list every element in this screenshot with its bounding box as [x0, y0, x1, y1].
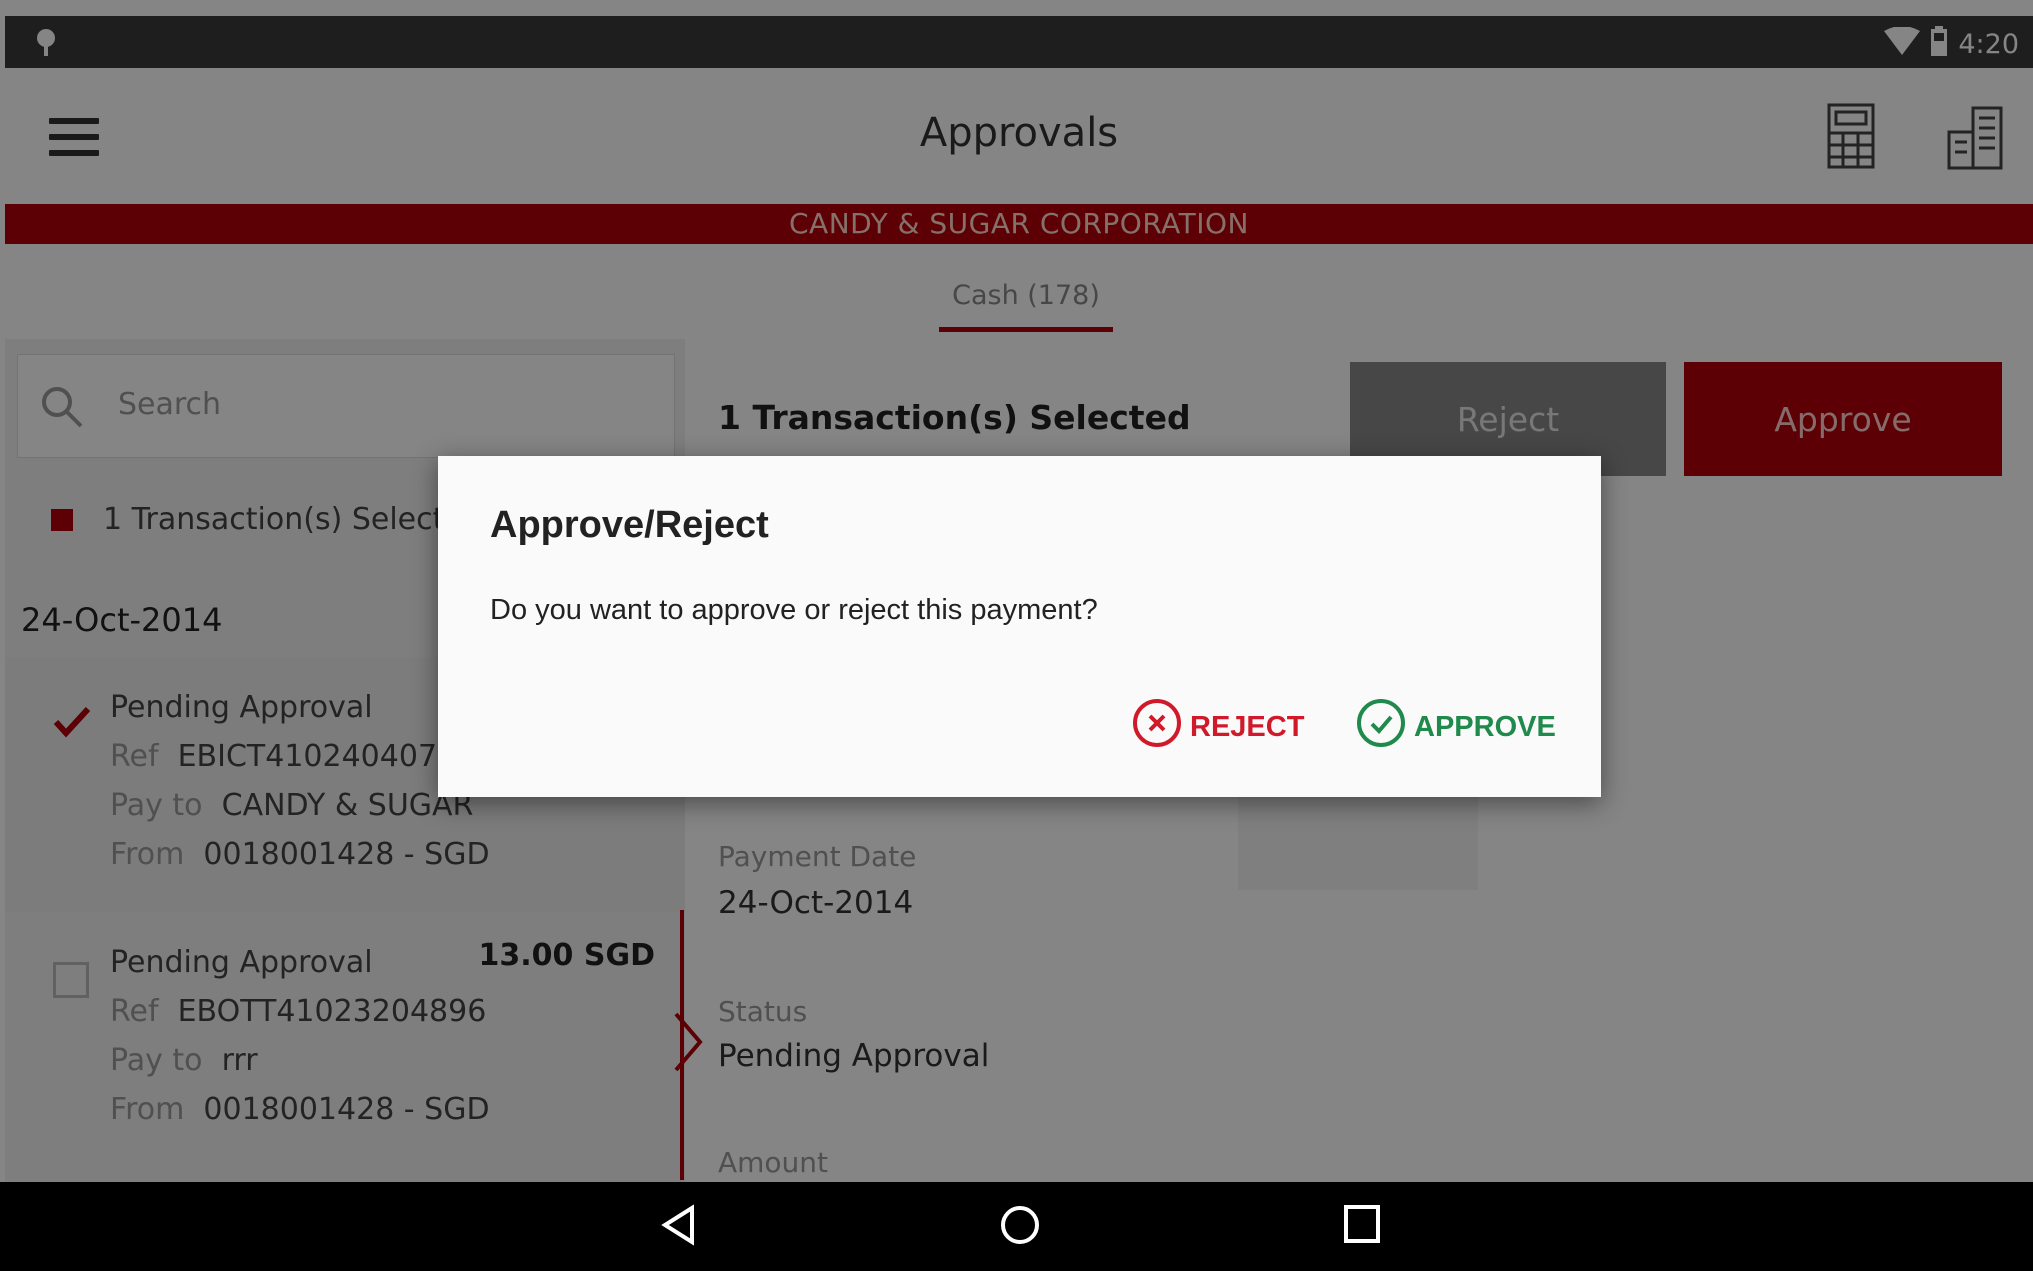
recents-icon[interactable]: [1343, 1204, 1381, 1248]
navigation-bar: [0, 1182, 2033, 1271]
dialog-message: Do you want to approve or reject this pa…: [490, 594, 1098, 626]
screen: 4:20 Approvals CANDY & SUGAR CORPORATION…: [0, 0, 2033, 1271]
check-circle-icon: [1356, 698, 1406, 756]
dialog-title: Approve/Reject: [490, 504, 769, 546]
close-circle-icon: [1132, 698, 1182, 756]
dialog-approve-label: APPROVE: [1414, 710, 1556, 743]
approve-reject-dialog: Approve/Reject Do you want to approve or…: [438, 456, 1601, 797]
dialog-reject-button[interactable]: REJECT: [1132, 698, 1304, 756]
dialog-reject-label: REJECT: [1190, 710, 1305, 743]
home-icon[interactable]: [999, 1204, 1041, 1250]
dialog-approve-button[interactable]: APPROVE: [1356, 698, 1556, 756]
back-icon[interactable]: [660, 1204, 696, 1250]
